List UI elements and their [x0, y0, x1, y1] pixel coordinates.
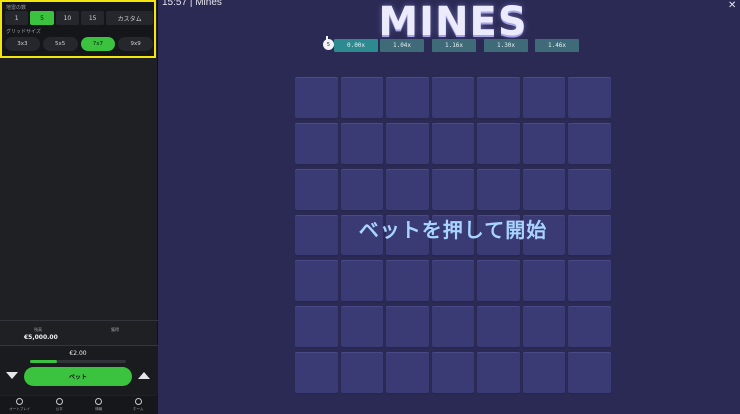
board-tile[interactable]	[431, 306, 475, 350]
mine-count-badge: 5	[326, 41, 331, 48]
fairness-icon	[55, 398, 63, 405]
board-tile[interactable]	[295, 77, 338, 120]
board-tile[interactable]	[295, 260, 338, 304]
multiplier-chip: 1.46x	[535, 39, 579, 52]
bet-panel: €2.00 ベット	[0, 345, 158, 395]
bottom-nav: オートプレイ 公平 情報 ホーム	[0, 396, 158, 414]
header-title: 15:57 | Mines	[162, 0, 222, 10]
board-tile[interactable]	[431, 77, 475, 120]
grid-size-label: グリッドサイズ	[6, 29, 41, 35]
board-tile[interactable]	[431, 352, 475, 395]
mines-logo: MINES	[378, 0, 528, 45]
board-tile[interactable]	[568, 168, 611, 212]
board-tile[interactable]	[568, 122, 611, 166]
board-tile[interactable]	[522, 306, 566, 350]
board-tile[interactable]	[295, 122, 338, 166]
board-tile[interactable]	[568, 352, 611, 395]
board-tile[interactable]	[340, 77, 384, 120]
header-separator: |	[189, 0, 193, 8]
board-tile[interactable]	[386, 352, 429, 395]
mine-option-15[interactable]: 15	[80, 11, 105, 25]
bet-amount-slider-fill	[30, 360, 57, 363]
decrease-bet-icon[interactable]	[6, 372, 18, 379]
clock-time: 15:57	[162, 0, 188, 8]
bet-button[interactable]: ベット	[24, 367, 132, 386]
nav-item-fairness[interactable]: 公平	[40, 396, 80, 414]
nav-item-autoplay[interactable]: オートプレイ	[0, 396, 40, 414]
mine-option-1[interactable]: 1	[5, 11, 29, 25]
board-tile[interactable]	[477, 122, 520, 166]
mines-count-label: 地雷の数	[6, 5, 27, 11]
start-prompt: ベットを押して開始	[358, 218, 548, 242]
balance-label: 残高	[34, 327, 42, 332]
sidebar: 地雷の数 1 5 10 15 カスタム グリッドサイズ 3x3 5x5 7x7 …	[0, 0, 158, 414]
board-tile[interactable]	[431, 260, 475, 304]
board-tile[interactable]	[340, 306, 384, 350]
game-config-panel: 地雷の数 1 5 10 15 カスタム グリッドサイズ 3x3 5x5 7x7 …	[0, 0, 156, 58]
autoplay-icon	[16, 398, 24, 405]
board-tile[interactable]	[522, 77, 566, 120]
game-name: Mines	[195, 0, 222, 8]
board-tile[interactable]	[522, 260, 566, 304]
board-tile[interactable]	[386, 260, 429, 304]
board-tile[interactable]	[386, 77, 429, 120]
multiplier-chip: 1.04x	[380, 39, 424, 52]
mine-count-options: 1 5 10 15 カスタム	[5, 11, 153, 25]
profit-label: 獲得	[111, 327, 119, 332]
grid-option-5x5[interactable]: 5x5	[42, 37, 78, 51]
board-tile[interactable]	[295, 168, 338, 212]
multiplier-chip: 1.16x	[432, 39, 476, 52]
board-tile[interactable]	[295, 352, 338, 395]
board-tile[interactable]	[340, 122, 384, 166]
mine-option-5[interactable]: 5	[30, 11, 54, 25]
multiplier-chip: 1.30x	[484, 39, 528, 52]
board-tile[interactable]	[340, 260, 384, 304]
board-tile[interactable]	[477, 352, 520, 395]
nav-label-home: ホーム	[133, 407, 144, 411]
grid-option-3x3[interactable]: 3x3	[5, 37, 40, 51]
nav-label-fairness: 公平	[55, 407, 63, 411]
nav-label-info: 情報	[95, 407, 103, 411]
bet-amount-slider[interactable]	[30, 360, 126, 363]
board-tile[interactable]	[522, 352, 566, 395]
board-tile[interactable]	[477, 306, 520, 350]
board-tile[interactable]	[477, 168, 520, 212]
board-tile[interactable]	[295, 306, 338, 350]
board-tile[interactable]	[340, 168, 384, 212]
multiplier-strip: 5 0.00x 1.04x 1.16x 1.30x 1.46x	[320, 36, 582, 52]
board-tile[interactable]	[431, 122, 475, 166]
nav-item-home[interactable]: ホーム	[119, 396, 159, 414]
board-tile[interactable]	[568, 260, 611, 304]
mine-option-10[interactable]: 10	[55, 11, 79, 25]
board-tile[interactable]	[522, 122, 566, 166]
increase-bet-icon[interactable]	[138, 372, 150, 379]
board-tile[interactable]	[386, 168, 429, 212]
board-tile[interactable]	[386, 122, 429, 166]
balance-value: €5,000.00	[24, 334, 58, 341]
nav-label-autoplay: オートプレイ	[9, 407, 31, 411]
board-tile[interactable]	[340, 352, 384, 395]
board-tile[interactable]	[386, 306, 429, 350]
grid-option-7x7[interactable]: 7x7	[80, 37, 116, 51]
close-icon[interactable]: ✕	[728, 0, 736, 11]
home-icon	[134, 398, 142, 405]
board-tile[interactable]	[477, 77, 520, 120]
multiplier-chip: 0.00x	[334, 39, 378, 52]
board-tile[interactable]	[522, 168, 566, 212]
board-tile[interactable]	[431, 168, 475, 212]
mine-option-custom[interactable]: カスタム	[106, 11, 153, 25]
bet-amount[interactable]: €2.00	[30, 350, 126, 357]
nav-item-info[interactable]: 情報	[79, 396, 119, 414]
grid-option-9x9[interactable]: 9x9	[118, 37, 153, 51]
grid-size-options: 3x3 5x5 7x7 9x9	[5, 37, 153, 51]
bomb-icon: 5	[323, 36, 334, 50]
board-tile[interactable]	[477, 260, 520, 304]
board-tile[interactable]	[568, 77, 611, 120]
stats-bar: 残高 €5,000.00 獲得	[0, 320, 158, 344]
info-icon	[95, 398, 103, 405]
board-tile[interactable]	[568, 306, 611, 350]
